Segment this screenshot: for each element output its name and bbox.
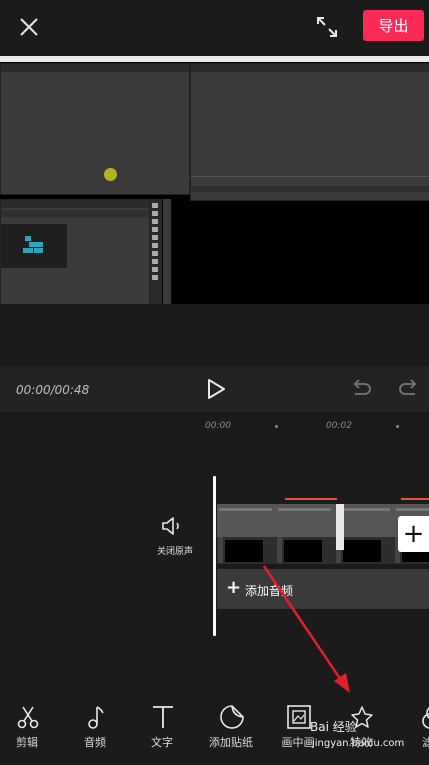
transport-bar: 00:00/00:48: [0, 366, 429, 412]
plus-icon: +: [402, 519, 425, 549]
tool-label: 音频: [84, 736, 106, 749]
tool-text[interactable]: 文字: [129, 690, 195, 760]
preview-background: [0, 304, 429, 366]
clip-marker: [285, 498, 337, 500]
redo-button[interactable]: [397, 378, 421, 400]
picture-in-picture-icon: [287, 705, 311, 729]
fullscreen-icon: [317, 17, 337, 37]
preview-menubar: [0, 56, 429, 62]
undo-button[interactable]: [349, 378, 373, 400]
scissors-icon: [17, 706, 39, 729]
bottom-toolbar: 剪辑 音频 文字 添加贴纸 画中画 特效 滤: [0, 690, 429, 765]
music-note-icon: [88, 706, 104, 729]
playhead[interactable]: [213, 476, 216, 636]
preview-source-panel: [0, 63, 190, 195]
ruler-tick-label: 00:02: [326, 421, 352, 431]
redo-icon: [399, 379, 417, 395]
speaker-icon: [162, 517, 179, 535]
add-audio-label: 添加音频: [245, 584, 294, 598]
filter-icon: [422, 707, 429, 729]
play-icon: [208, 379, 225, 399]
tool-audio[interactable]: 音频: [62, 690, 128, 760]
ruler-tick-label: 00:00: [205, 421, 231, 431]
add-clip-button[interactable]: +: [398, 516, 429, 552]
tool-label: 添加贴纸: [209, 736, 253, 749]
tool-label: 文字: [151, 736, 173, 749]
time-display: 00:00/00:48: [16, 383, 90, 397]
plus-icon: +: [226, 577, 242, 598]
preview-toolstrip: [150, 199, 162, 304]
tool-sticker[interactable]: 添加贴纸: [198, 690, 264, 760]
play-button[interactable]: [204, 376, 228, 402]
mute-original-button[interactable]: [160, 516, 184, 536]
ruler-dot: [396, 425, 399, 428]
preview-program-panel: [190, 63, 429, 201]
sticker-icon: [220, 705, 244, 729]
watermark-logo: Bai 经验: [310, 720, 357, 734]
tool-edit[interactable]: 剪辑: [0, 690, 60, 760]
close-button[interactable]: [14, 12, 44, 42]
export-button[interactable]: 导出: [363, 10, 424, 41]
undo-icon: [353, 379, 371, 395]
preview-dot: [104, 168, 117, 181]
tool-label: 剪辑: [16, 736, 38, 749]
preview-project-panel: [0, 199, 150, 304]
clip-marker: [401, 498, 429, 500]
tool-filter[interactable]: 滤: [400, 690, 429, 760]
tool-label: 滤: [422, 736, 429, 749]
fullscreen-button[interactable]: [312, 12, 342, 42]
add-audio-button[interactable]: + 添加音频: [217, 569, 429, 609]
mute-original-label: 关闭原声: [156, 547, 193, 557]
video-preview[interactable]: [0, 56, 429, 304]
ruler-dot: [275, 425, 278, 428]
text-icon: [153, 706, 173, 728]
close-icon: [20, 18, 38, 36]
watermark-url: jingyan.baidu.com: [312, 738, 405, 749]
